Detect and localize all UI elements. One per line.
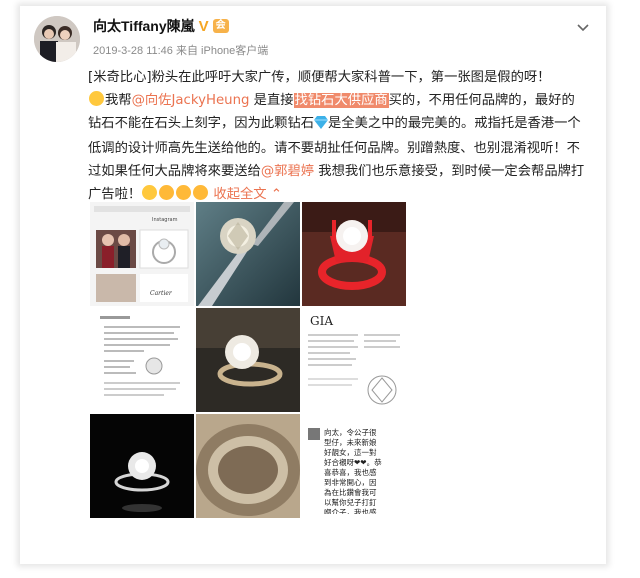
image-tile-gia-report[interactable]: GIA <box>302 308 406 412</box>
user-avatar[interactable] <box>34 16 80 62</box>
image-tile-ring-black-bg[interactable] <box>90 414 194 518</box>
username-row: 向太Tiffany陳嵐 V 会 <box>93 16 229 36</box>
smile-emoji-icon <box>89 91 104 106</box>
laugh-emoji-icon <box>159 185 175 200</box>
verified-badge-icon: V <box>198 17 209 35</box>
image-tile-diamond-tweezers[interactable] <box>196 202 300 306</box>
image-tile-chat-screenshot[interactable]: 向太，令公子很型仔，未來新娘好靚女，這一對好合襯呀❤❤。恭喜恭喜，我也感到非常開… <box>302 414 406 518</box>
mention-jackyheung-link[interactable]: @向佐JackyHeung <box>132 93 250 108</box>
image-tile-engraved-band[interactable] <box>196 414 300 518</box>
thinking-emoji-icon <box>142 185 158 200</box>
post-body: [米奇比心]粉头在此呼吁大家广传，顺便帮大家科普一下，第一张图是假的呀！ 我帮@… <box>88 66 588 206</box>
chevron-up-icon: ⌃ <box>270 187 282 202</box>
post-text-segment: 是直接 <box>249 93 294 108</box>
post-paragraph: 我帮@向佐JackyHeung 是直接找钻石大供应商买的，不用任何品牌的，最好的… <box>88 89 588 206</box>
member-badge-icon: 会 <box>212 19 229 33</box>
username[interactable]: 向太Tiffany陳嵐 <box>93 16 195 36</box>
weibo-post-card: 向太Tiffany陳嵐 V 会 2019-3-28 11:46 来自 iPhon… <box>20 6 606 564</box>
image-tile-red-ring-model[interactable] <box>302 202 406 306</box>
image-tile-instagram-screenshot[interactable]: Instagram Cartier <box>90 202 194 306</box>
chevron-down-icon[interactable] <box>574 18 592 36</box>
image-tile-ring-on-dark[interactable] <box>196 308 300 412</box>
post-line-1: [米奇比心]粉头在此呼吁大家广传，顺便帮大家科普一下，第一张图是假的呀！ <box>88 70 551 85</box>
instagram-label: Instagram <box>152 217 178 223</box>
diamond-emoji-icon <box>314 114 329 137</box>
cartier-label: Cartier <box>150 290 172 297</box>
highlighted-text: 找钻石大供应商 <box>293 93 389 108</box>
laugh-emoji-icon <box>193 185 209 200</box>
mention-guobiting-link[interactable]: @郭碧婷 <box>261 164 314 179</box>
image-grid: Instagram Cartier GIA 向太，令公子很型仔，未來新娘好靚女，… <box>90 202 408 547</box>
chat-message-text: 向太，令公子很型仔，未來新娘好靚女，這一對好合襯呀❤❤。恭喜恭喜，我也感到非常開… <box>324 428 382 514</box>
collapse-full-text-link[interactable]: 收起全文 ⌃ <box>213 187 282 202</box>
post-timestamp[interactable]: 2019-3-28 11:46 <box>93 45 173 57</box>
post-text-segment: 我帮 <box>105 93 132 108</box>
image-tile-certificate-doc[interactable] <box>90 308 194 412</box>
post-source: 来自 iPhone客户端 <box>175 45 269 57</box>
gia-logo: GIA <box>310 314 333 328</box>
laugh-emoji-icon <box>176 185 192 200</box>
post-meta: 2019-3-28 11:46 来自 iPhone客户端 <box>93 42 268 58</box>
collapse-label: 收起全文 <box>213 187 267 202</box>
